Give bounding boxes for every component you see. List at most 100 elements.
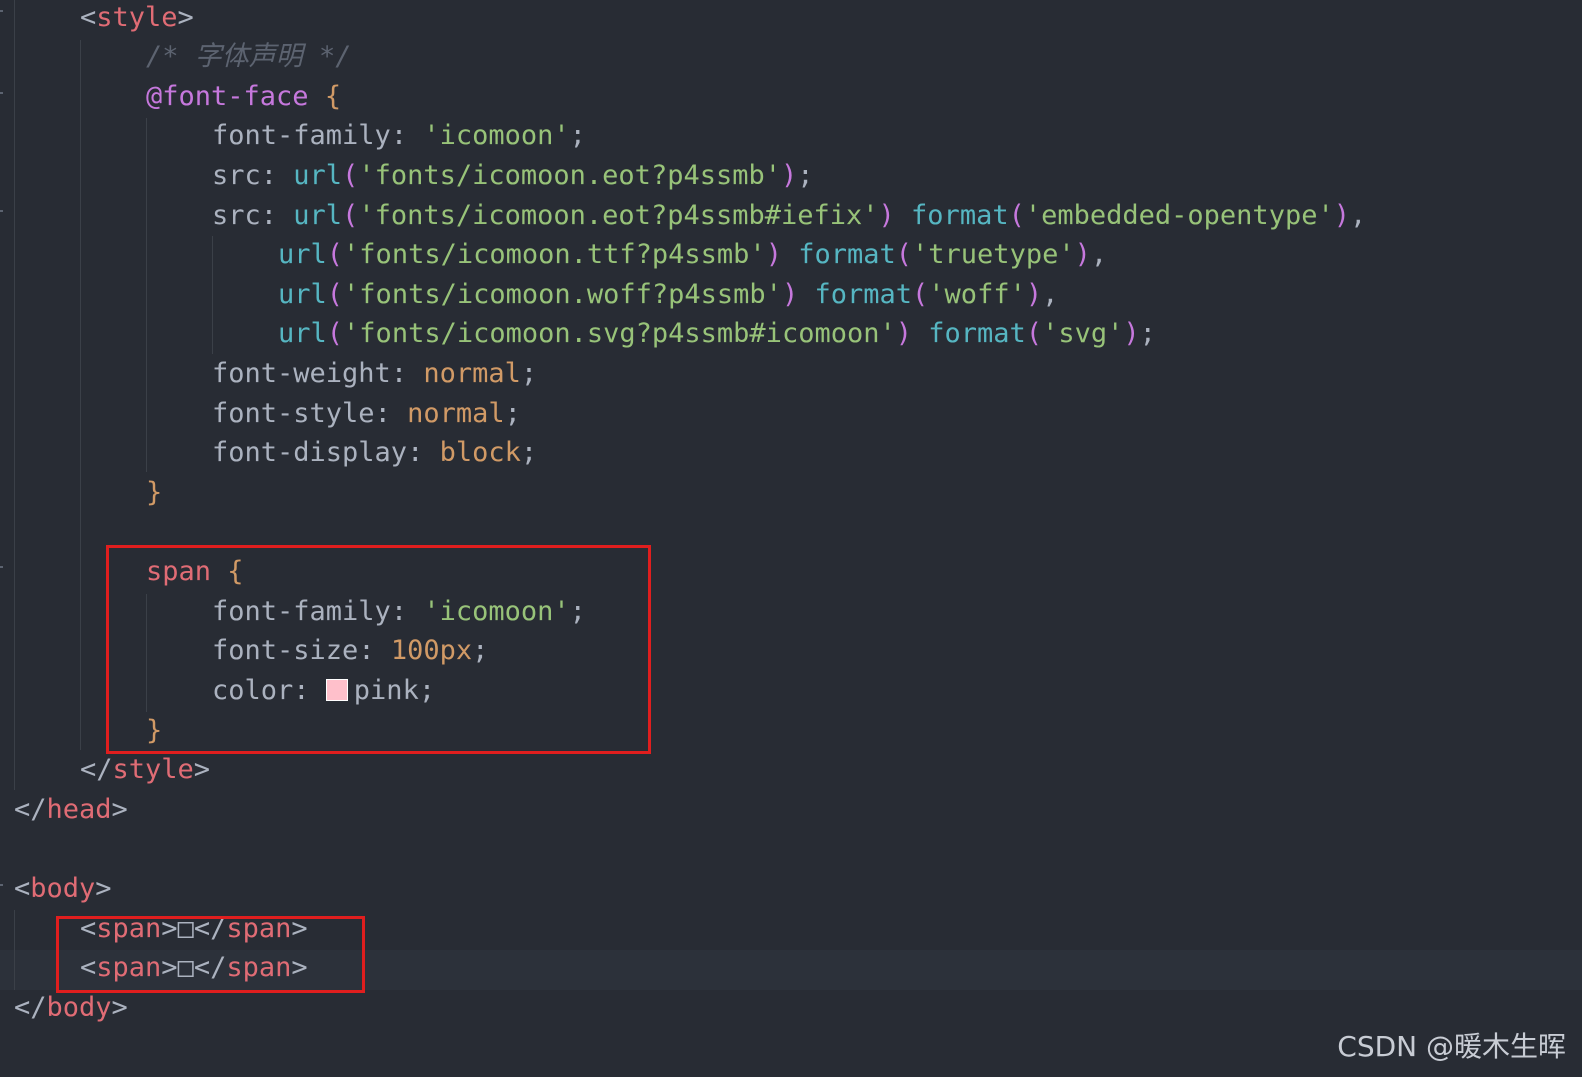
code-token: head: [46, 794, 112, 825]
code-token: src: [212, 160, 261, 191]
code-token: {: [324, 81, 342, 112]
indent-guide: [80, 40, 81, 750]
code-token: 'woff': [928, 279, 1026, 310]
code-line-font-style: font-style: normal;: [212, 394, 521, 434]
code-line-body-open: <body>: [14, 869, 112, 909]
code-line-style-close: </style>: [80, 750, 210, 790]
gutter-marker: [0, 210, 3, 212]
code-line-src-svg: url('fonts/icomoon.svg?p4ssmb#icomoon') …: [278, 314, 1156, 354]
gutter-marker: [0, 92, 3, 94]
code-token: <: [80, 2, 97, 33]
code-token: format: [798, 239, 896, 270]
code-line-src-woff: url('fonts/icomoon.woff?p4ssmb') format(…: [278, 275, 1058, 315]
code-token: ): [765, 239, 782, 270]
code-token: url: [278, 318, 327, 349]
code-token: font-family: [212, 120, 391, 151]
code-token: @font-face: [146, 81, 309, 112]
code-token: (: [342, 200, 359, 231]
code-token: 'fonts/icomoon.woff?p4ssmb': [343, 279, 782, 310]
code-token: format: [928, 318, 1026, 349]
code-token: (: [1008, 200, 1025, 231]
code-token: ;: [520, 358, 538, 389]
code-token: :: [390, 358, 424, 389]
code-token: (: [895, 239, 913, 270]
gutter-marker: [0, 884, 3, 886]
code-token: 'fonts/icomoon.eot?p4ssmb': [358, 160, 781, 191]
code-token: /* 字体声明 */: [146, 41, 352, 72]
code-token: :: [260, 160, 294, 191]
code-token: 'icomoon': [423, 120, 570, 151]
highlight-box-span-elements: [56, 916, 365, 993]
code-token: 'fonts/icomoon.svg?p4ssmb#icomoon': [343, 318, 896, 349]
code-token: font-display: [212, 437, 408, 468]
gutter-marker: [0, 566, 3, 568]
code-line-comment: /* 字体声明 */: [146, 37, 352, 77]
code-editor[interactable]: <style> /* 字体声明 */ @font-face { font-fam…: [0, 0, 1582, 1077]
indent-guide: [14, 910, 15, 990]
code-token: 'svg': [1042, 318, 1124, 349]
code-token: >: [177, 2, 194, 33]
highlight-box-span-rule: [106, 545, 651, 754]
code-token: >: [193, 754, 211, 785]
code-token: </: [14, 992, 47, 1023]
code-token: (: [326, 318, 344, 349]
code-token: ,: [1349, 200, 1367, 231]
code-line-style-open: <style>: [80, 0, 194, 38]
code-token: ): [1074, 239, 1091, 270]
code-token: ): [780, 160, 798, 191]
code-token: ;: [504, 398, 521, 429]
code-token: ): [1333, 200, 1350, 231]
code-token: (: [326, 239, 344, 270]
code-token: block: [439, 437, 521, 468]
code-token: 'fonts/icomoon.eot?p4ssmb#iefix': [358, 200, 879, 231]
code-token: src: [212, 200, 261, 231]
code-token: :: [260, 200, 294, 231]
code-token: ): [1025, 279, 1043, 310]
code-token: normal: [423, 358, 521, 389]
code-line-font-family: font-family: 'icomoon';: [212, 116, 586, 156]
indent-guide: [14, 0, 15, 790]
code-token: ;: [520, 437, 538, 468]
indent-guide: [146, 118, 147, 472]
code-token: normal: [407, 398, 505, 429]
code-line-src-ttf: url('fonts/icomoon.ttf?p4ssmb') format('…: [278, 235, 1107, 275]
code-token: (: [1025, 318, 1043, 349]
code-line-body-close: </body>: [14, 988, 128, 1028]
code-line-font-weight: font-weight: normal;: [212, 354, 537, 394]
indent-guide: [212, 236, 213, 354]
code-token: </: [14, 794, 47, 825]
code-token: url: [278, 239, 327, 270]
code-token: (: [326, 279, 344, 310]
code-token: ,: [1042, 279, 1059, 310]
code-token: font-weight: [212, 358, 391, 389]
code-token: format: [911, 200, 1009, 231]
code-token: 'fonts/icomoon.ttf?p4ssmb': [343, 239, 766, 270]
code-token: >: [111, 992, 128, 1023]
code-token: url: [278, 279, 327, 310]
code-token: 'embedded-opentype': [1024, 200, 1334, 231]
gutter-marker: [0, 10, 3, 12]
code-token: font-style: [212, 398, 375, 429]
code-line-font-display: font-display: block;: [212, 433, 537, 473]
code-token: </: [80, 754, 113, 785]
code-token: ): [878, 200, 895, 231]
code-token: <: [14, 873, 31, 904]
code-line-src-eot: src: url('fonts/icomoon.eot?p4ssmb');: [212, 156, 814, 196]
code-token: ): [895, 318, 912, 349]
code-token: body: [30, 873, 96, 904]
code-token: :: [407, 437, 440, 468]
code-token: style: [112, 754, 194, 785]
code-token: url: [293, 160, 343, 191]
code-token: (: [912, 279, 929, 310]
watermark-text: CSDN @暖木生晖: [1337, 1030, 1566, 1063]
code-token: :: [374, 398, 408, 429]
code-token: >: [111, 794, 128, 825]
code-token: ,: [1090, 239, 1108, 270]
code-token: ): [1123, 318, 1140, 349]
code-token: ): [781, 279, 799, 310]
code-token: ;: [569, 120, 586, 151]
